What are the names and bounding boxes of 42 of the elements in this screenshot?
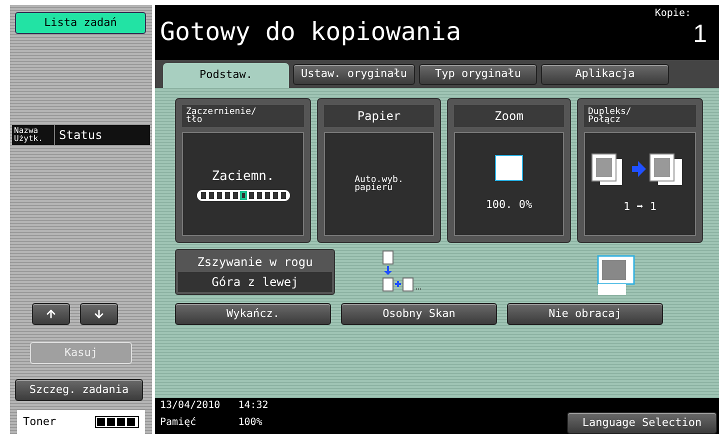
- copies-label: Kopie:: [654, 7, 692, 21]
- card-title: Papier: [324, 105, 434, 127]
- toner-gauge: [95, 416, 139, 428]
- memory-label: Pamięć: [160, 417, 198, 430]
- time-text: 14:32: [238, 400, 268, 413]
- card-title: Zaczernienie/ tło: [182, 105, 304, 127]
- setting-card[interactable]: Dupleks/ Połącz 1 ➡ 1: [577, 98, 703, 243]
- tab[interactable]: Aplikacja: [541, 64, 669, 85]
- tab[interactable]: Ustaw. oryginału: [293, 64, 415, 85]
- setting-card[interactable]: Zoom 100. 0%: [447, 98, 571, 243]
- paper-value: Auto.wyb. papieru: [354, 176, 404, 192]
- page-icon: [494, 154, 523, 181]
- date-text: 13/04/2010: [160, 400, 220, 413]
- card-title: Dupleks/ Połącz: [584, 105, 696, 127]
- option-button[interactable]: Nie obracaj: [507, 303, 663, 325]
- option-button[interactable]: Osobny Skan: [341, 303, 497, 325]
- duplex-value: 1 ➡ 1: [623, 198, 657, 215]
- status-title: Gotowy do kopiowania: [159, 16, 462, 48]
- arrow-up-icon: [45, 308, 57, 320]
- job-list-button[interactable]: Lista zadań: [15, 12, 146, 34]
- job-details-button[interactable]: Szczeg. zadania: [15, 379, 143, 402]
- column-header: Status: [58, 127, 104, 144]
- tab[interactable]: Typ oryginału: [419, 64, 537, 85]
- toner-label: Toner: [23, 414, 56, 430]
- staple-value: Góra z lewej: [178, 272, 332, 292]
- option-button[interactable]: Wykańcz.: [175, 303, 331, 325]
- scroll-up-button[interactable]: [32, 302, 70, 325]
- memory-value: 100%: [238, 417, 264, 430]
- copies-count: 1: [693, 21, 707, 47]
- card-title: Zoom: [454, 105, 564, 127]
- staple-panel[interactable]: Zszywanie w rogu Góra z lewej: [175, 249, 335, 295]
- tab[interactable]: Podstaw.: [163, 63, 289, 88]
- setting-card[interactable]: Zaczernienie/ tło Zaciemn.: [175, 98, 311, 243]
- arrow-down-icon: [93, 308, 105, 320]
- column-header: Nazwa Użytk.: [12, 125, 55, 146]
- zoom-value: 100. 0%: [486, 196, 532, 213]
- language-button[interactable]: Language Selection: [567, 412, 717, 434]
- scroll-down-button[interactable]: [80, 302, 118, 325]
- page-orientation-icon: [597, 255, 635, 295]
- staple-title: Zszywanie w rogu: [196, 254, 314, 271]
- density-value: Zaciemn.: [212, 168, 274, 186]
- setting-card[interactable]: Papier Auto.wyb. papieru: [317, 98, 441, 243]
